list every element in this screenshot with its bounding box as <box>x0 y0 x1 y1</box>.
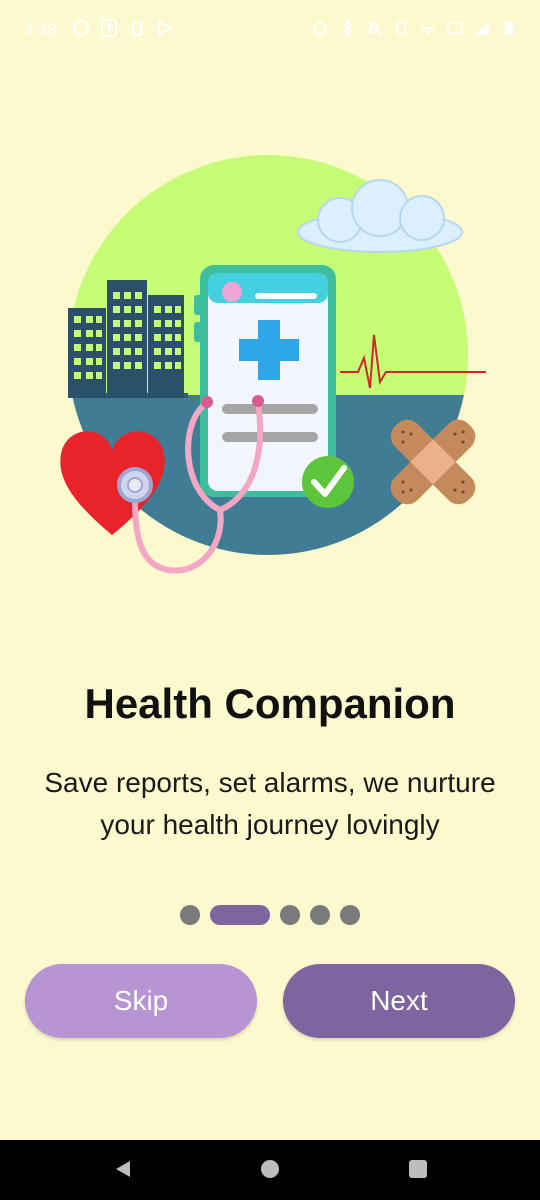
recents-icon[interactable] <box>407 1158 429 1180</box>
bluetooth-icon <box>342 19 353 37</box>
page-dot-5[interactable] <box>340 905 360 925</box>
battery-saver-icon <box>132 21 142 36</box>
page-dot-3[interactable] <box>280 905 300 925</box>
back-icon[interactable] <box>112 1158 134 1180</box>
hotspot-icon <box>421 26 435 34</box>
page-title: Health Companion <box>84 680 456 727</box>
next-button[interactable]: Next <box>283 964 515 1038</box>
screenshot-icon <box>101 19 117 37</box>
check-icon <box>302 456 354 508</box>
battery-icon <box>505 21 513 35</box>
navigation-bar <box>0 1140 540 1200</box>
page-description: Save reports, set alarms, we nurture you… <box>44 767 496 840</box>
play-store-icon <box>158 19 173 37</box>
status-time: 4:48 <box>24 20 58 39</box>
status-bar: 4:48 <box>0 0 540 62</box>
skip-button[interactable]: Skip <box>25 964 257 1038</box>
status-left-icons <box>72 19 174 37</box>
whatsapp-icon <box>73 20 89 36</box>
home-icon[interactable] <box>259 1158 281 1180</box>
page-dot-1[interactable] <box>180 905 200 925</box>
health-illustration <box>60 155 486 574</box>
signal-icon <box>475 21 489 35</box>
page-indicator <box>0 904 540 926</box>
page-dot-2[interactable] <box>210 905 270 925</box>
status-right-icons <box>311 19 518 37</box>
network-4g-icon <box>447 22 463 34</box>
mute-icon <box>366 20 382 36</box>
vibrate-icon <box>396 21 406 35</box>
page-dot-4[interactable] <box>310 905 330 925</box>
alarm-icon <box>313 22 327 36</box>
